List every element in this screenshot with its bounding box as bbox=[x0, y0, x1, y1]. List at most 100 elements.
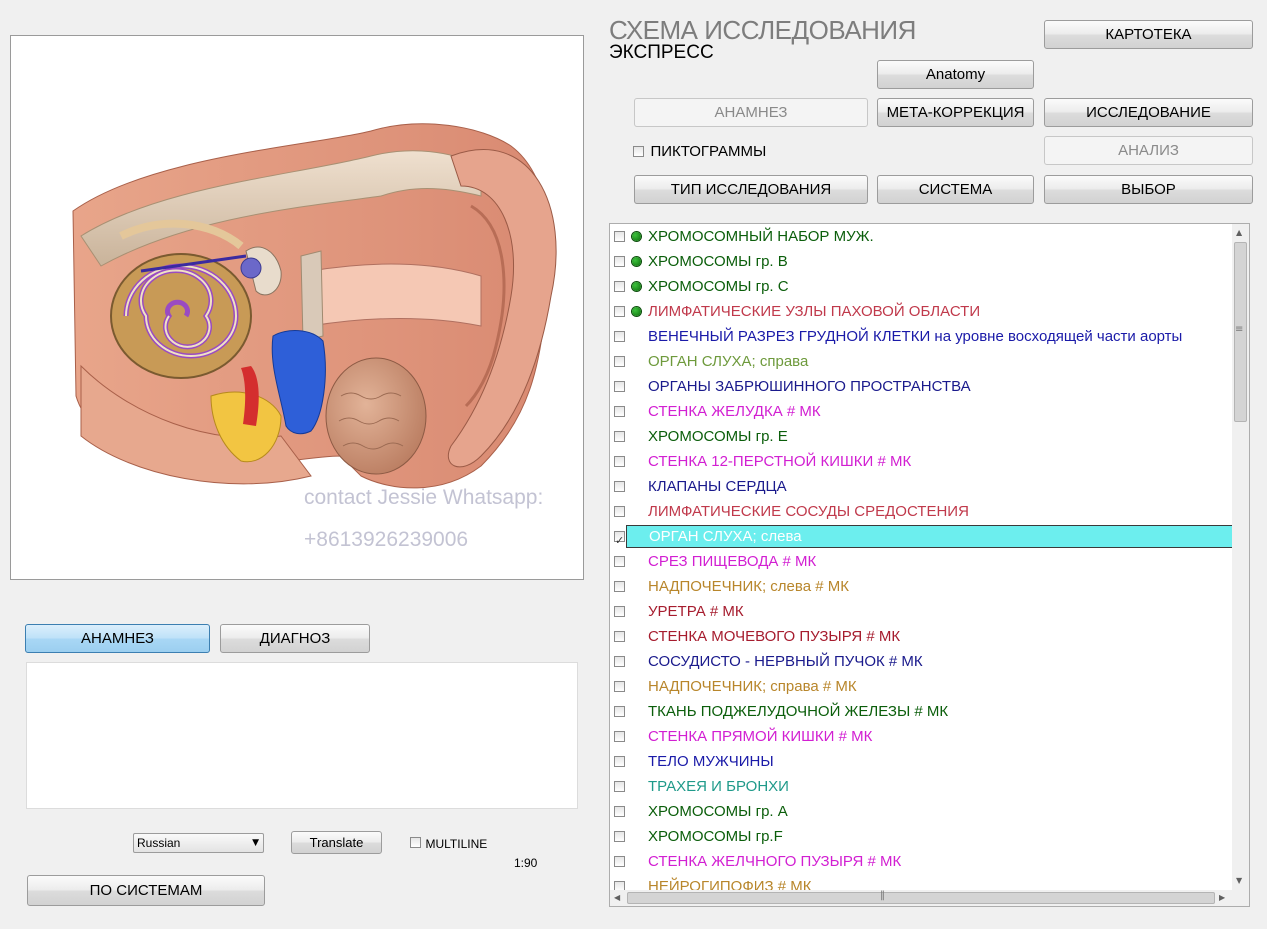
system-button[interactable]: СИСТЕМА bbox=[877, 175, 1034, 204]
list-item-checkbox[interactable] bbox=[614, 356, 625, 367]
list-item-checkbox[interactable] bbox=[614, 456, 625, 467]
research-button[interactable]: ИССЛЕДОВАНИЕ bbox=[1044, 98, 1253, 127]
list-item-checkbox[interactable] bbox=[614, 506, 625, 517]
list-item-label: СТЕНКА МОЧЕВОГО ПУЗЫРЯ # МК bbox=[648, 628, 901, 645]
choice-button[interactable]: ВЫБОР bbox=[1044, 175, 1253, 204]
list-item-label: КЛАПАНЫ СЕРДЦА bbox=[648, 478, 787, 495]
list-item-label: СТЕНКА ЖЕЛЧНОГО ПУЗЫРЯ # МК bbox=[648, 853, 902, 870]
multiline-label: MULTILINE bbox=[425, 837, 488, 851]
list-item[interactable]: ХРОМОСОМЫ гр. А bbox=[610, 799, 1232, 824]
list-item-checkbox[interactable] bbox=[614, 556, 625, 567]
list-item-checkbox[interactable] bbox=[614, 231, 625, 242]
page-subtitle: ЭКСПРЕСС bbox=[609, 42, 714, 63]
multiline-checkbox-box[interactable] bbox=[410, 837, 421, 848]
list-item[interactable]: СТЕНКА 12-ПЕРСТНОЙ КИШКИ # МК bbox=[610, 449, 1232, 474]
list-item-label: ТЕЛО МУЖЧИНЫ bbox=[648, 753, 774, 770]
research-type-button[interactable]: ТИП ИССЛЕДОВАНИЯ bbox=[634, 175, 868, 204]
list-item-label: ХРОМОСОМЫ гр. В bbox=[648, 253, 788, 270]
list-item-checkbox[interactable] bbox=[614, 406, 625, 417]
list-item-checkbox[interactable] bbox=[614, 831, 625, 842]
scroll-grip-icon: ≡ bbox=[1235, 324, 1244, 335]
list-item-label: ЛИМФАТИЧЕСКИЕ УЗЛЫ ПАХОВОЙ ОБЛАСТИ bbox=[648, 303, 981, 320]
anamnesis-top-button[interactable]: АНАМНЕЗ bbox=[634, 98, 868, 127]
list-item[interactable]: ХРОМОСОМЫ гр. Е bbox=[610, 424, 1232, 449]
anatomy-button[interactable]: Anatomy bbox=[877, 60, 1034, 89]
list-item-checkbox[interactable] bbox=[614, 331, 625, 342]
list-item-checkbox[interactable] bbox=[614, 528, 625, 549]
list-item-checkbox[interactable] bbox=[614, 731, 625, 742]
list-item[interactable]: НАДПОЧЕЧНИК; слева # МК bbox=[610, 574, 1232, 599]
translate-button[interactable]: Translate bbox=[291, 831, 382, 854]
list-item-checkbox[interactable] bbox=[614, 606, 625, 617]
list-item-checkbox[interactable] bbox=[614, 581, 625, 592]
list-item[interactable]: ХРОМОСОМЫ гр.F bbox=[610, 824, 1232, 849]
list-item[interactable]: СТЕНКА ПРЯМОЙ КИШКИ # МК bbox=[610, 724, 1232, 749]
list-item-checkbox[interactable] bbox=[614, 381, 625, 392]
list-item-label: ХРОМОСОМЫ гр. С bbox=[648, 278, 789, 295]
list-item[interactable]: СТЕНКА ЖЕЛЧНОГО ПУЗЫРЯ # МК bbox=[610, 849, 1232, 874]
list-item[interactable]: СОСУДИСТО - НЕРВНЫЙ ПУЧОК # МК bbox=[610, 649, 1232, 674]
list-item-checkbox[interactable] bbox=[614, 431, 625, 442]
list-item[interactable]: СРЕЗ ПИЩЕВОДА # МК bbox=[610, 549, 1232, 574]
meta-correction-button[interactable]: МЕТА-КОРРЕКЦИЯ bbox=[877, 98, 1034, 127]
list-item-checkbox[interactable] bbox=[614, 681, 625, 692]
list-item[interactable]: СТЕНКА МОЧЕВОГО ПУЗЫРЯ # МК bbox=[610, 624, 1232, 649]
multiline-checkbox[interactable]: MULTILINE bbox=[410, 835, 487, 853]
list-item-label: СРЕЗ ПИЩЕВОДА # МК bbox=[648, 553, 817, 570]
list-item[interactable]: ХРОМОСОМЫ гр. В bbox=[610, 249, 1232, 274]
analysis-button[interactable]: АНАЛИЗ bbox=[1044, 136, 1253, 165]
by-systems-button[interactable]: ПО СИСТЕМАМ bbox=[27, 875, 265, 906]
list-item-checkbox[interactable] bbox=[614, 856, 625, 867]
list-item-checkbox[interactable] bbox=[614, 806, 625, 817]
horizontal-scrollbar[interactable]: ◀ ‖ ▶ bbox=[610, 890, 1232, 906]
scroll-up-arrow-icon[interactable]: ▲ bbox=[1236, 228, 1242, 237]
list-item[interactable]: НАДПОЧЕЧНИК; справа # МК bbox=[610, 674, 1232, 699]
list-item[interactable]: ХРОМОСОМНЫЙ НАБОР МУЖ. bbox=[610, 224, 1232, 249]
list-item-label: ОРГАНЫ ЗАБРЮШИННОГО ПРОСТРАНСТВА bbox=[648, 378, 971, 395]
list-item[interactable]: ХРОМОСОМЫ гр. С bbox=[610, 274, 1232, 299]
list-item-checkbox[interactable] bbox=[614, 781, 625, 792]
scroll-down-arrow-icon[interactable]: ▼ bbox=[1236, 876, 1242, 885]
list-item[interactable]: ЛИМФАТИЧЕСКИЕ УЗЛЫ ПАХОВОЙ ОБЛАСТИ bbox=[610, 299, 1232, 324]
record-counter: 1:90 bbox=[514, 856, 538, 870]
status-dot-icon bbox=[632, 282, 641, 291]
list-item-checkbox[interactable] bbox=[614, 256, 625, 267]
status-dot-icon bbox=[632, 232, 641, 241]
anamnesis-text-area[interactable] bbox=[26, 662, 578, 809]
list-item[interactable]: ОРГАНЫ ЗАБРЮШИННОГО ПРОСТРАНСТВА bbox=[610, 374, 1232, 399]
list-item[interactable]: УРЕТРА # МК bbox=[610, 599, 1232, 624]
list-item-label: СТЕНКА 12-ПЕРСТНОЙ КИШКИ # МК bbox=[648, 453, 912, 470]
list-item[interactable]: ВЕНЕЧНЫЙ РАЗРЕЗ ГРУДНОЙ КЛЕТКИ на уровне… bbox=[610, 324, 1232, 349]
list-item[interactable]: ТКАНЬ ПОДЖЕЛУДОЧНОЙ ЖЕЛЕЗЫ # МК bbox=[610, 699, 1232, 724]
list-item[interactable]: ТЕЛО МУЖЧИНЫ bbox=[610, 749, 1232, 774]
list-item[interactable]: КЛАПАНЫ СЕРДЦА bbox=[610, 474, 1232, 499]
list-item[interactable]: СТЕНКА ЖЕЛУДКА # МК bbox=[610, 399, 1232, 424]
cardfile-button[interactable]: КАРТОТЕКА bbox=[1044, 20, 1253, 49]
pictograms-checkbox[interactable]: ПИКТОГРАММЫ bbox=[633, 143, 766, 161]
horizontal-scroll-thumb[interactable] bbox=[627, 892, 1215, 904]
organ-list[interactable]: ХРОМОСОМНЫЙ НАБОР МУЖ. ХРОМОСОМЫ гр. В ХРО… bbox=[609, 223, 1250, 907]
tab-diagnosis[interactable]: ДИАГНОЗ bbox=[220, 624, 370, 653]
list-item[interactable]: ОРГАН СЛУХА; слева bbox=[610, 524, 1232, 549]
list-item-checkbox[interactable] bbox=[614, 756, 625, 767]
list-item-checkbox[interactable] bbox=[614, 656, 625, 667]
list-item-checkbox[interactable] bbox=[614, 481, 625, 492]
list-item-label: ТРАХЕЯ И БРОНХИ bbox=[648, 778, 789, 795]
list-item-checkbox[interactable] bbox=[614, 706, 625, 717]
list-item-label: НАДПОЧЕЧНИК; справа # МК bbox=[648, 678, 857, 695]
list-item[interactable]: ТРАХЕЯ И БРОНХИ bbox=[610, 774, 1232, 799]
list-item-checkbox[interactable] bbox=[614, 631, 625, 642]
pictograms-checkbox-box[interactable] bbox=[633, 146, 644, 157]
list-item[interactable]: ЛИМФАТИЧЕСКИЕ СОСУДЫ СРЕДОСТЕНИЯ bbox=[610, 499, 1232, 524]
list-item-label: ХРОМОСОМЫ гр.F bbox=[648, 828, 783, 845]
list-item-checkbox[interactable] bbox=[614, 306, 625, 317]
status-dot-icon bbox=[632, 257, 641, 266]
scroll-right-arrow-icon[interactable]: ▶ bbox=[1219, 893, 1225, 902]
tab-anamnesis[interactable]: АНАМНЕЗ bbox=[25, 624, 210, 653]
list-item[interactable]: ОРГАН СЛУХА; справа bbox=[610, 349, 1232, 374]
vertical-scrollbar[interactable]: ▲ ≡ ▼ bbox=[1232, 224, 1249, 890]
list-item-label: НАДПОЧЕЧНИК; слева # МК bbox=[648, 578, 849, 595]
list-item-checkbox[interactable] bbox=[614, 281, 625, 292]
scroll-left-arrow-icon[interactable]: ◀ bbox=[614, 893, 620, 902]
language-select[interactable]: Russian ▼ bbox=[133, 833, 264, 853]
